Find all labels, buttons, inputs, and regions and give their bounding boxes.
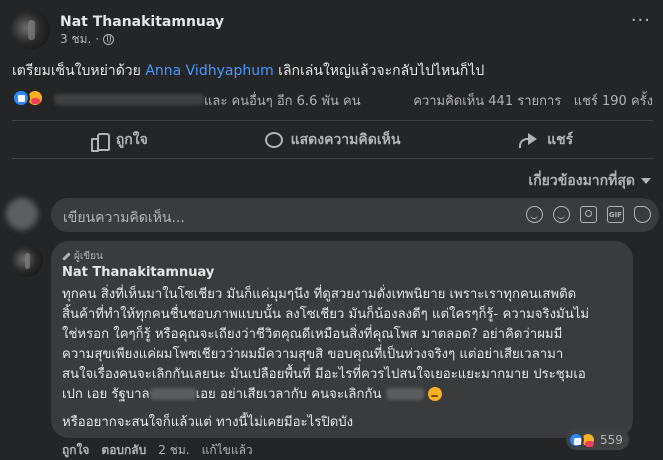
post-meta: 3 ชม. · xyxy=(60,31,224,47)
blurred-text xyxy=(385,388,424,400)
post-card: Nat Thanakitamnuay 3 ชม. · ··· เตรียมเซ็… xyxy=(0,0,663,460)
comment-reply-link[interactable]: ตอบกลับ xyxy=(101,441,146,460)
author-badge: ผู้เขียน xyxy=(62,249,103,264)
thumbs-up-icon xyxy=(90,131,110,152)
comment-like-link[interactable]: ถูกใจ xyxy=(62,441,89,460)
more-options-icon[interactable]: ··· xyxy=(631,10,651,31)
share-arrow-icon xyxy=(519,132,539,148)
avatar-sticker-icon[interactable] xyxy=(526,206,543,223)
blurred-names xyxy=(54,94,204,105)
comment-actions: ถูกใจ ตอบกลับ 2 ชม. แก้ไขแล้ว xyxy=(62,441,253,460)
like-reaction-icon xyxy=(568,432,584,448)
current-user-avatar xyxy=(6,198,38,230)
post-text: เตรียมเซ็นใบหย่าด้วย Anna Vidhyaphum เลิ… xyxy=(12,63,485,79)
comment-text-line: เปก เอย รัฐบาล เอย อย่าเสียเวลากับ คนจะเล… xyxy=(62,385,442,405)
comment-button[interactable]: แสดงความคิดเห็น xyxy=(226,121,440,158)
post-actions: ถูกใจ แสดงความคิดเห็น แชร์ xyxy=(12,121,653,158)
reaction-icons[interactable] xyxy=(12,89,44,107)
comment-text-line: ทุกคน สิ่งที่เห็นมาในโซเชียว มันก็แค่มุม… xyxy=(62,287,577,302)
write-comment-input[interactable]: เขียนความคิดเห็น... GIF xyxy=(51,198,659,232)
comment-author-avatar[interactable] xyxy=(11,245,43,277)
sticker-icon[interactable] xyxy=(634,206,651,223)
comment-sort-dropdown[interactable]: เกี่ยวข้องมากที่สุด xyxy=(528,170,651,192)
emoji-icon[interactable] xyxy=(553,206,570,223)
tagged-user-link[interactable]: Anna Vidhyaphum xyxy=(145,63,273,79)
comment-author-name[interactable]: Nat Thanakitamnuay xyxy=(62,265,214,280)
pencil-icon xyxy=(62,252,71,261)
divider xyxy=(12,158,653,159)
shares-count[interactable]: แชร์ 190 ครั้ง xyxy=(574,94,653,109)
comment-text-line: สิ้นค้าที่ทำให้ทุกคนชื่นชอบภาพแบบนั้น ลง… xyxy=(62,307,590,322)
gif-icon[interactable]: GIF xyxy=(607,206,624,223)
author-avatar[interactable] xyxy=(10,10,50,50)
comment-reactions[interactable]: 559 xyxy=(566,430,629,450)
comment-placeholder: เขียนความคิดเห็น... xyxy=(63,210,185,226)
comment-bubble-icon xyxy=(264,131,283,148)
comments-count[interactable]: ความคิดเห็น 441 รายการ xyxy=(413,94,561,109)
comment-timestamp[interactable]: 2 ชม. xyxy=(158,441,189,460)
post-timestamp[interactable]: 3 ชม. xyxy=(60,31,91,47)
globe-icon xyxy=(103,33,115,45)
camera-icon[interactable] xyxy=(580,206,597,223)
comment-edited-label: แก้ไขแล้ว xyxy=(201,443,253,457)
caret-down-icon xyxy=(641,178,651,184)
post-author-name[interactable]: Nat Thanakitamnuay xyxy=(60,13,224,31)
post-header: Nat Thanakitamnuay 3 ชม. · xyxy=(10,8,224,52)
reactions-summary: และ คนอื่นๆ อีก 6.6 พัน คน ความคิดเห็น 4… xyxy=(12,89,653,109)
comment-bubble: ผู้เขียน Nat Thanakitamnuay ทุกคน สิ่งที… xyxy=(51,241,633,438)
comment-text-line: สนใจเรื่องคนจะเลิกกันเลยนะ มันเปลือยพื้น… xyxy=(62,367,586,382)
like-reaction-icon xyxy=(12,89,30,107)
comment-reaction-count: 559 xyxy=(600,433,623,447)
share-button[interactable]: แชร์ xyxy=(439,121,653,158)
rolling-eyes-emoji-icon xyxy=(427,387,442,401)
comment-last-line: หรืออยากจะสนใจก็แล้วแต่ ทางนี้ไม่เคยมีอะ… xyxy=(62,415,354,430)
blurred-text xyxy=(149,388,196,400)
like-button[interactable]: ถูกใจ xyxy=(12,121,226,158)
reaction-others-text[interactable]: และ คนอื่นๆ อีก 6.6 พัน คน xyxy=(204,90,361,111)
comment-text-line: ใช่หรอก ใคๆก็รู้ หรือคุณจะเถียงว่าชีวิตค… xyxy=(62,327,563,342)
comment-text-line: ความสุขเพียงแค่ผมโพซเชียวว่าผมมีความสุขส… xyxy=(62,347,564,362)
